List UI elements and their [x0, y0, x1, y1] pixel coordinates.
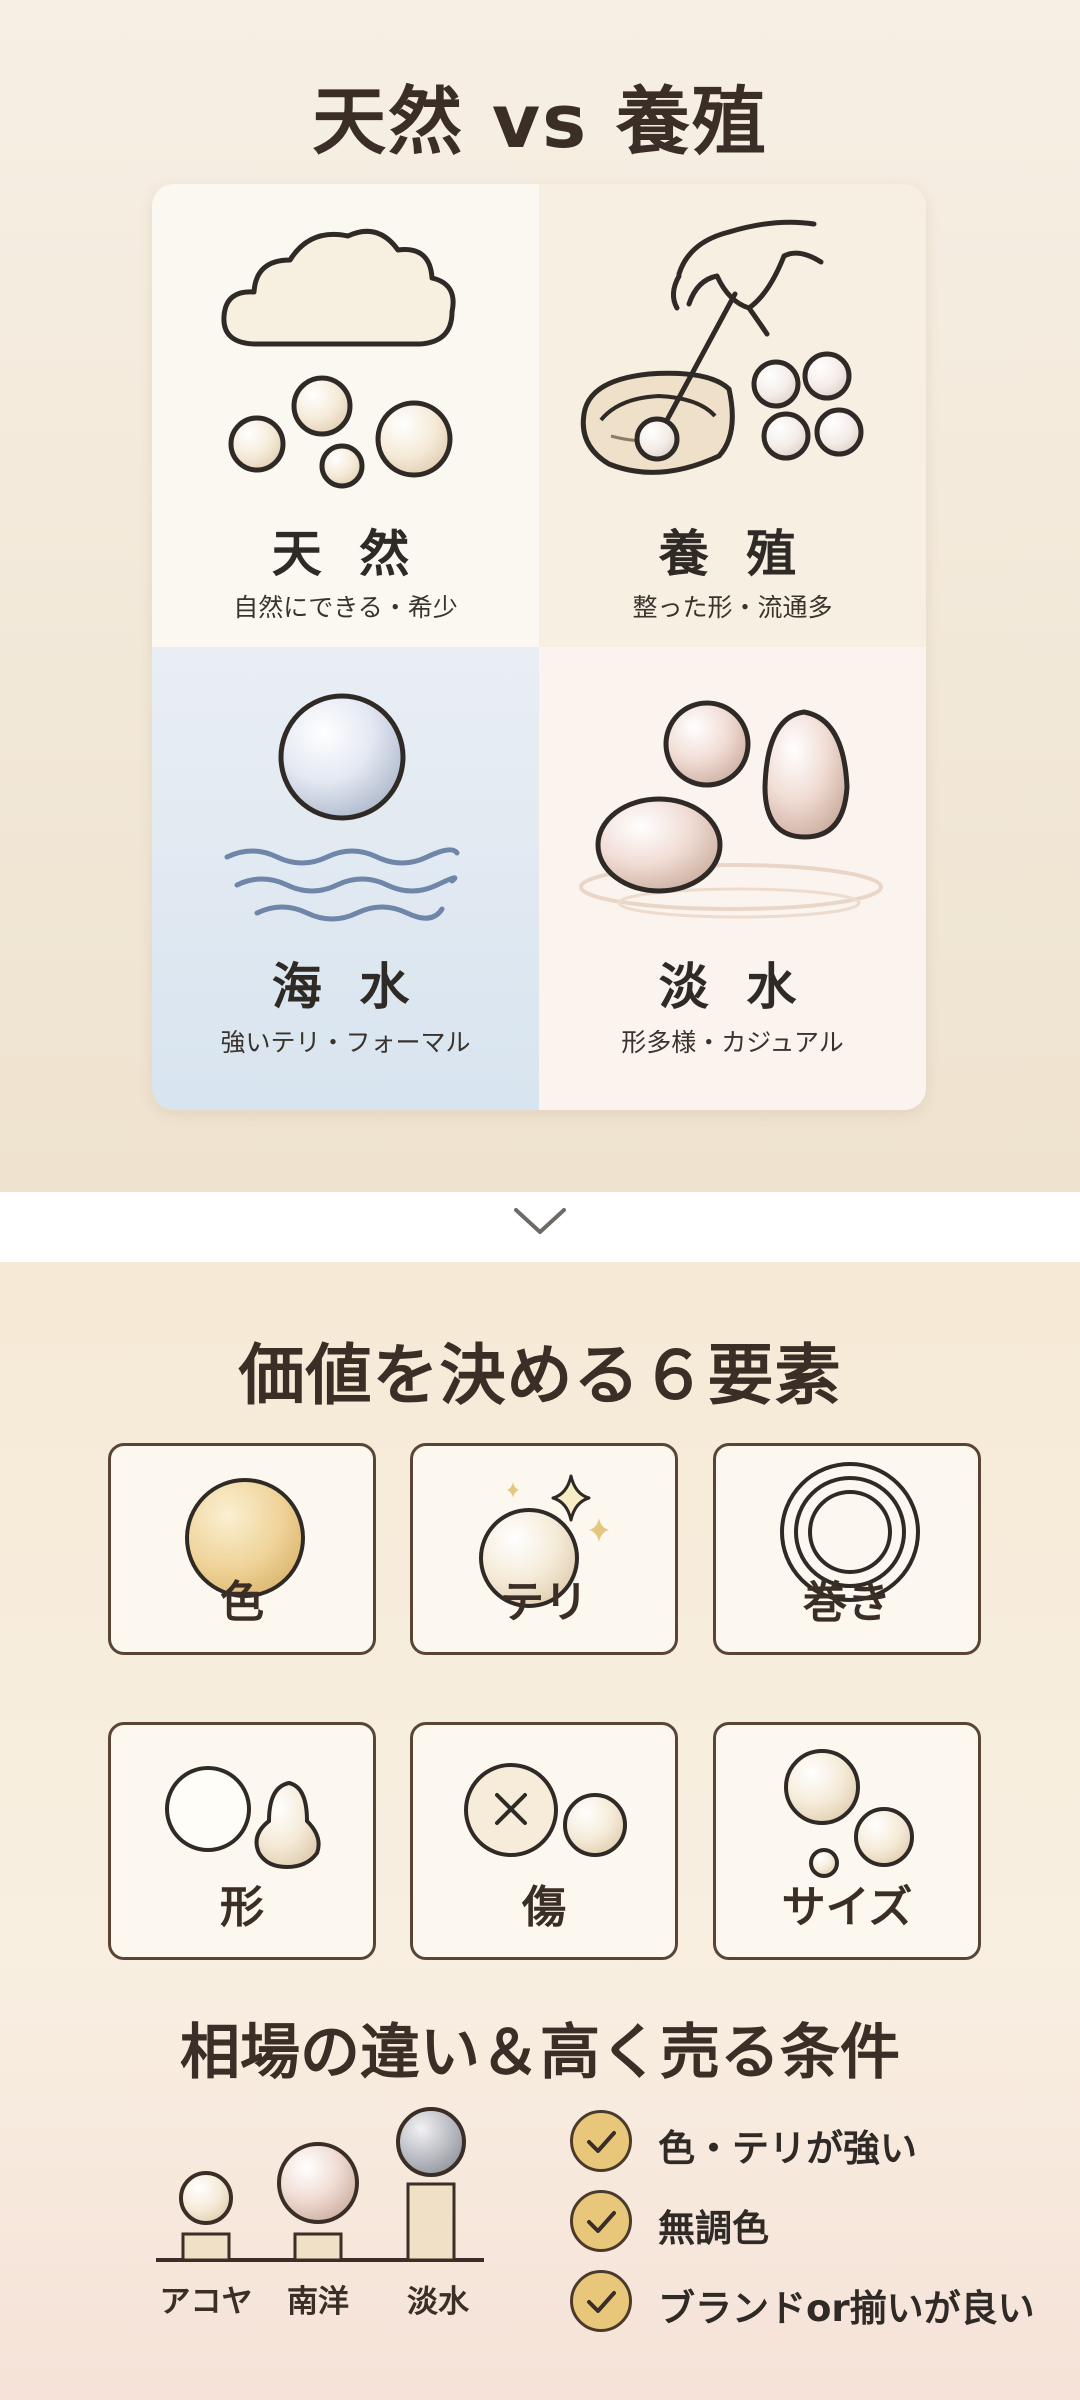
factor-color-label: 色	[220, 1577, 264, 1628]
cell-seawater-desc: 強いテリ・フォーマル	[220, 1028, 471, 1057]
factor-nacre: 巻き	[713, 1443, 981, 1655]
akoya-bar	[181, 2232, 231, 2262]
check-item-text: 無調色	[658, 2207, 769, 2250]
cell-cultured: 養 殖 整った形・流通多	[539, 184, 926, 647]
freshwater-pearl-icon	[396, 2107, 466, 2177]
cell-natural-label: 天 然	[271, 525, 420, 583]
factor-color: 色	[108, 1443, 376, 1655]
cell-freshwater-label: 淡 水	[658, 958, 807, 1016]
natural-vs-cultured-panel: 天然 vs 養殖 天 然 自然にできる・希少 養 殖 整った形・流通多 海 水 …	[0, 0, 1080, 1192]
section-title-value-factors: 価値を決める６要素	[238, 1337, 842, 1414]
check-icon	[570, 2190, 632, 2252]
factor-blemish-label: 傷	[522, 1882, 566, 1933]
akoya-pearl-icon	[179, 2171, 233, 2225]
cell-cultured-label: 養 殖	[658, 525, 807, 583]
cell-natural: 天 然 自然にできる・希少	[152, 184, 539, 647]
check-item-text: ブランドor揃いが良い	[658, 2287, 1035, 2330]
factor-size: サイズ	[713, 1722, 981, 1960]
check-icon	[570, 2270, 632, 2332]
comparison-grid: 天 然 自然にできる・希少 養 殖 整った形・流通多 海 水 強いテリ・フォーマ…	[152, 184, 926, 1110]
section-title-natural-vs-cultured: 天然 vs 養殖	[312, 79, 768, 165]
factor-shape: 形	[108, 1722, 376, 1960]
factor-size-label: サイズ	[781, 1882, 913, 1933]
cell-seawater-label: 海 水	[271, 958, 420, 1016]
cell-seawater: 海 水 強いテリ・フォーマル	[152, 647, 539, 1110]
check-item: 無調色	[570, 2190, 1050, 2260]
factor-nacre-label: 巻き	[803, 1577, 891, 1628]
chevron-down-icon	[514, 1208, 566, 1234]
cell-freshwater-desc: 形多様・カジュアル	[621, 1028, 844, 1057]
check-item: 色・テリが強い	[570, 2110, 1050, 2180]
freshwater-bar	[406, 2182, 456, 2262]
check-item: ブランドor揃いが良い	[570, 2270, 1050, 2340]
factor-luster: テリ	[410, 1443, 678, 1655]
section-title-price-conditions: 相場の違い＆高く売る条件	[180, 2018, 900, 2088]
cell-natural-desc: 自然にできる・希少	[233, 593, 458, 622]
cell-freshwater: 淡 水 形多様・カジュアル	[539, 647, 926, 1110]
south-sea-bar	[293, 2232, 343, 2262]
bar-label-freshwater: 淡水	[407, 2284, 469, 2320]
bar-label-south-sea: 南洋	[287, 2284, 349, 2320]
check-item-text: 色・テリが強い	[658, 2127, 917, 2170]
factor-blemish: 傷	[410, 1722, 678, 1960]
price-comparison-graphic	[156, 2107, 484, 2262]
bar-label-akoya: アコヤ	[159, 2284, 253, 2320]
factor-luster-label: テリ	[500, 1577, 588, 1628]
check-icon	[570, 2110, 632, 2172]
cell-cultured-desc: 整った形・流通多	[632, 593, 833, 622]
factor-shape-label: 形	[220, 1882, 264, 1933]
south-sea-pearl-icon	[277, 2142, 359, 2224]
